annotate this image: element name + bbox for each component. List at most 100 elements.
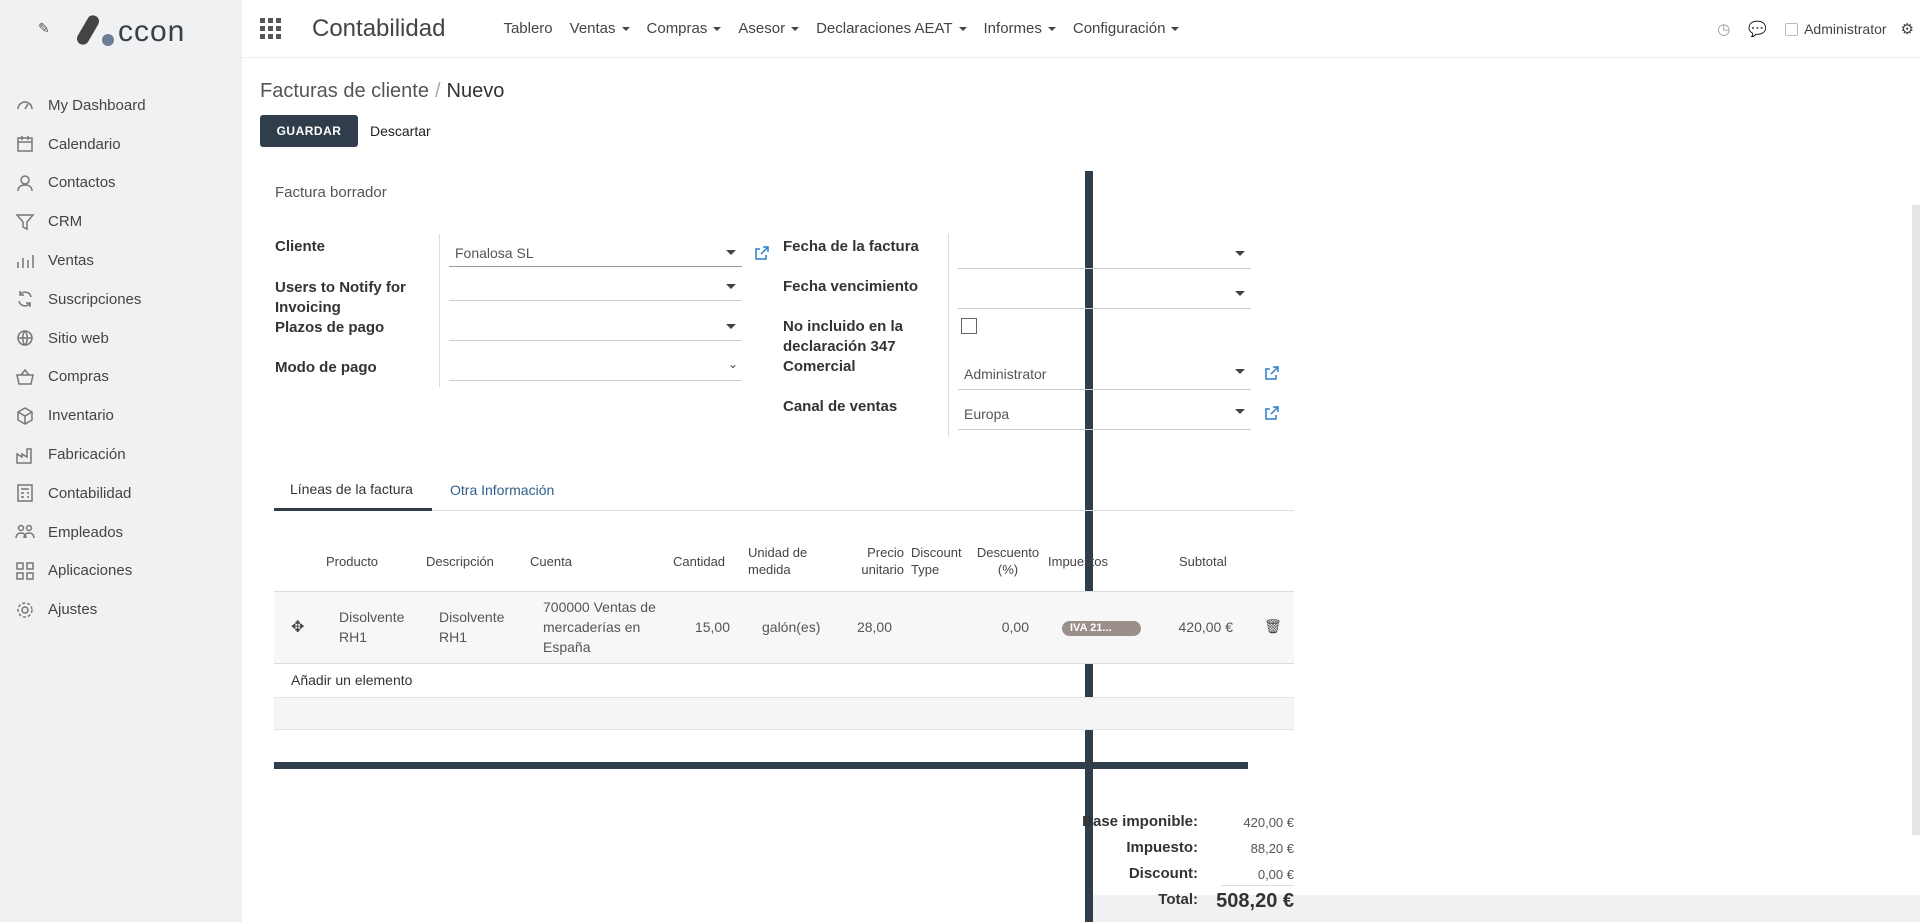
logo-mark xyxy=(74,12,146,52)
cell-cantidad[interactable]: 15,00 xyxy=(680,617,730,637)
cell-unidad[interactable]: galón(es) xyxy=(762,617,820,637)
menu-label: Ventas xyxy=(569,20,616,37)
menu-item-informes[interactable]: Informes xyxy=(984,20,1056,37)
totals-divider xyxy=(1221,885,1294,886)
external-link-icon[interactable] xyxy=(1265,406,1279,420)
tab-lineas-factura[interactable]: Líneas de la factura xyxy=(274,469,432,511)
sidebar-item-contactos[interactable]: Contactos xyxy=(0,164,242,203)
fecha-field[interactable] xyxy=(958,240,1251,269)
sidebar-item-sitio-web[interactable]: Sitio web xyxy=(0,319,242,358)
sidebar-item-label: Suscripciones xyxy=(48,290,142,308)
save-button[interactable]: GUARDAR xyxy=(260,115,358,147)
col-header-cantidad[interactable]: Cantidad xyxy=(673,553,725,570)
gear-icon xyxy=(14,599,36,621)
menu-item-asesor[interactable]: Asesor xyxy=(738,20,800,37)
sidebar-item-ajustes[interactable]: Ajustes xyxy=(0,590,242,629)
caret-down-icon xyxy=(713,26,722,31)
cell-cuenta[interactable]: 700000 Ventas de mercaderías en España xyxy=(543,597,658,657)
sidebar-item-label: Empleados xyxy=(48,523,124,541)
col-header-unidad[interactable]: Unidad de medida xyxy=(748,544,818,578)
form-tabs: Líneas de la factura Otra Información xyxy=(274,469,1294,511)
cell-producto[interactable]: Disolvente RH1 xyxy=(339,607,419,647)
sidebar-item-label: Calendario xyxy=(48,135,121,153)
impuesto-label: Impuesto: xyxy=(1126,839,1198,856)
menu-label: Configuración xyxy=(1072,20,1166,37)
canal-field[interactable]: Europa xyxy=(958,398,1251,430)
col-header-impuestos[interactable]: Impuestos xyxy=(1048,553,1108,570)
chevron-down-icon: ⌄ xyxy=(727,357,738,371)
breadcrumb-parent[interactable]: Facturas de cliente xyxy=(260,80,429,102)
discount-label: Discount: xyxy=(1128,865,1198,882)
comercial-value: Administrator xyxy=(964,365,1047,382)
gear-icon[interactable]: ⚙ xyxy=(1901,20,1914,38)
scrollbar[interactable] xyxy=(1912,205,1920,835)
sidebar-item-label: Sitio web xyxy=(48,329,109,347)
menu-item-configuracion[interactable]: Configuración xyxy=(1073,20,1180,37)
cell-descripcion[interactable]: Disolvente RH1 xyxy=(439,607,519,647)
notify-field[interactable] xyxy=(449,273,742,301)
col-header-descripcion[interactable]: Descripción xyxy=(426,553,494,570)
sidebar-item-compras[interactable]: Compras xyxy=(0,358,242,397)
clock-icon[interactable]: ◷ xyxy=(1717,20,1730,38)
sales-chart-icon xyxy=(14,250,36,272)
sidebar-item-calendario[interactable]: Calendario xyxy=(0,125,242,164)
discard-button[interactable]: Descartar xyxy=(370,115,431,147)
top-navbar: Contabilidad Tablero Ventas Compras Ases… xyxy=(242,0,1920,58)
caret-down-icon xyxy=(1047,26,1056,31)
cliente-value: Fonalosa SL xyxy=(455,244,534,261)
base-value: 420,00 € xyxy=(1243,815,1294,830)
sidebar-item-suscripciones[interactable]: Suscripciones xyxy=(0,280,242,319)
cell-precio[interactable]: 28,00 xyxy=(852,617,892,637)
menu-item-compras[interactable]: Compras xyxy=(647,20,722,37)
col-header-subtotal[interactable]: Subtotal xyxy=(1179,553,1227,570)
dropdown-icon xyxy=(726,250,736,255)
no347-checkbox[interactable] xyxy=(961,318,977,334)
col-header-descuento[interactable]: Descuento (%) xyxy=(975,544,1041,578)
total-label: Total: xyxy=(1158,891,1198,908)
sidebar-item-ventas[interactable]: Ventas xyxy=(0,241,242,280)
sidebar-item-fabricacion[interactable]: Fabricación xyxy=(0,435,242,474)
sidebar-item-inventario[interactable]: Inventario xyxy=(0,396,242,435)
cell-subtotal: 420,00 € xyxy=(1178,619,1234,635)
total-value: 508,20 € xyxy=(1216,890,1294,912)
sidebar-item-label: Contactos xyxy=(48,174,116,192)
menu-label: Compras xyxy=(646,20,708,37)
modo-field[interactable]: ⌄ xyxy=(449,353,742,381)
basket-icon xyxy=(14,366,36,388)
plazos-label: Plazos de pago xyxy=(275,319,385,336)
divider xyxy=(948,234,949,437)
tab-otra-informacion[interactable]: Otra Información xyxy=(450,469,580,511)
trash-icon[interactable]: 🗑 xyxy=(1264,618,1282,635)
tax-badge[interactable]: IVA 21... xyxy=(1062,621,1141,636)
dropdown-icon xyxy=(1235,291,1245,296)
col-header-discount-type[interactable]: Discount Type xyxy=(911,544,971,578)
sidebar-item-crm[interactable]: CRM xyxy=(0,202,242,241)
menu-label: Asesor xyxy=(738,20,786,37)
external-link-icon[interactable] xyxy=(755,246,769,260)
comercial-field[interactable]: Administrator xyxy=(958,358,1251,390)
systray: ◷ 💬 Administrator ⚙ xyxy=(1717,0,1920,58)
menu-item-ventas[interactable]: Ventas xyxy=(570,20,630,37)
col-header-cuenta[interactable]: Cuenta xyxy=(530,553,572,570)
sidebar-nav: My Dashboard Calendario Contactos CRM Ve… xyxy=(0,86,242,629)
vencimiento-field[interactable] xyxy=(958,280,1251,309)
divider xyxy=(439,234,440,387)
menu-item-declaraciones[interactable]: Declaraciones AEAT xyxy=(816,20,967,37)
drag-handle-icon[interactable]: ✥ xyxy=(291,617,304,637)
sidebar-item-dashboard[interactable]: My Dashboard xyxy=(0,86,242,125)
app-switcher-icon[interactable] xyxy=(258,17,282,41)
external-link-icon[interactable] xyxy=(1265,366,1279,380)
sidebar-item-aplicaciones[interactable]: Aplicaciones xyxy=(0,552,242,591)
menu-item-tablero[interactable]: Tablero xyxy=(503,20,552,37)
col-header-precio[interactable]: Precio unitario xyxy=(842,544,904,578)
sidebar-item-contabilidad[interactable]: Contabilidad xyxy=(0,474,242,513)
sidebar-item-label: My Dashboard xyxy=(48,96,146,114)
add-line-link[interactable]: Añadir un elemento xyxy=(291,672,412,688)
cell-descuento[interactable]: 0,00 xyxy=(994,617,1029,637)
user-menu[interactable]: Administrator xyxy=(1785,21,1887,37)
chat-icon[interactable]: 💬 xyxy=(1748,20,1767,38)
plazos-field[interactable] xyxy=(449,313,742,341)
sidebar-item-empleados[interactable]: Empleados xyxy=(0,513,242,552)
col-header-producto[interactable]: Producto xyxy=(326,553,378,570)
cliente-field[interactable]: Fonalosa SL xyxy=(449,239,742,267)
